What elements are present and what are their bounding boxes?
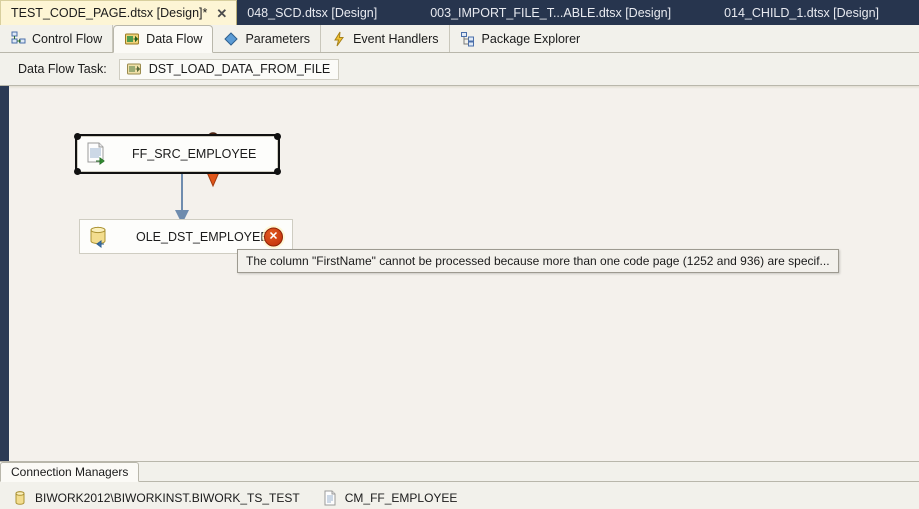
resize-handle-top-left[interactable] (74, 133, 81, 140)
error-tooltip: The column "FirstName" cannot be process… (237, 249, 839, 273)
ole-db-connection-icon (12, 490, 28, 506)
tab-event-handlers[interactable]: Event Handlers (321, 25, 450, 52)
connection-managers-tabstrip: Connection Managers (0, 462, 919, 482)
designer-tab-bar: Control Flow Data Flow Parameters Event … (0, 25, 919, 53)
package-explorer-icon (460, 31, 476, 47)
connection-manager-item-flatfile[interactable]: CM_FF_EMPLOYEE (322, 490, 458, 506)
error-icon[interactable]: ✕ (264, 227, 283, 246)
data-flow-task-label: Data Flow Task: (18, 62, 107, 76)
ssis-designer-window: TEST_CODE_PAGE.dtsx [Design]* ✕ 048_SCD.… (0, 0, 919, 508)
tab-parameters[interactable]: Parameters (213, 25, 322, 52)
document-tab-014-child-1[interactable]: 014_CHILD_1.dtsx [Design] (698, 0, 907, 25)
component-title: FF_SRC_EMPLOYEE (132, 147, 257, 161)
connection-manager-item-oledb[interactable]: BIWORK2012\BIWORKINST.BIWORK_TS_TEST (12, 490, 300, 506)
tab-control-flow[interactable]: Control Flow (0, 25, 114, 52)
connection-manager-label: CM_FF_EMPLOYEE (344, 491, 458, 505)
flat-file-connection-icon (322, 490, 338, 506)
document-tab-label: TEST_CODE_PAGE.dtsx [Design]* (11, 6, 208, 20)
data-flow-canvas[interactable]: FF_SRC_EMPLOYEE OLE_DST_EMPLOYEE ✕ The c… (0, 86, 919, 461)
tab-label: Package Explorer (481, 31, 581, 46)
document-tab-label: 014_CHILD_1.dtsx [Design] (724, 5, 880, 20)
tab-label: Connection Managers (11, 465, 129, 479)
document-tab-label: 048_SCD.dtsx [Design] (247, 5, 378, 20)
ole-db-destination-icon (88, 225, 112, 249)
control-flow-icon (10, 31, 26, 47)
resize-handle-bottom-left[interactable] (74, 168, 81, 175)
tab-data-flow[interactable]: Data Flow (113, 25, 214, 53)
connection-manager-label: BIWORK2012\BIWORKINST.BIWORK_TS_TEST (35, 491, 300, 505)
data-flow-task-icon (126, 61, 142, 77)
data-flow-task-combo[interactable]: DST_LOAD_DATA_FROM_FILE (118, 58, 340, 80)
tab-label: Event Handlers (353, 31, 439, 46)
close-icon[interactable]: ✕ (216, 7, 227, 20)
tab-label: Control Flow (32, 31, 103, 46)
document-tab-014-child-2[interactable]: 014_CHILD_2.dtsx [Design] (906, 0, 919, 25)
resize-handle-bottom-right[interactable] (274, 168, 281, 175)
flat-file-source-icon (86, 142, 108, 166)
document-tab-label: 003_IMPORT_FILE_T...ABLE.dtsx [Design] (430, 5, 672, 20)
connection-managers-pane: Connection Managers BIWORK2012\BIWORKINS… (0, 461, 919, 508)
document-tab-test-code-page[interactable]: TEST_CODE_PAGE.dtsx [Design]* ✕ (0, 0, 238, 25)
parameters-icon (223, 31, 239, 47)
tab-label: Parameters (245, 31, 311, 46)
tab-label: Data Flow (146, 32, 203, 46)
connection-managers-list: BIWORK2012\BIWORKINST.BIWORK_TS_TEST CM_… (0, 482, 919, 506)
document-tab-bar: TEST_CODE_PAGE.dtsx [Design]* ✕ 048_SCD.… (0, 0, 919, 25)
document-tab-003-import-file[interactable]: 003_IMPORT_FILE_T...ABLE.dtsx [Design] (404, 0, 699, 25)
tab-package-explorer[interactable]: Package Explorer (450, 25, 591, 52)
data-flow-task-bar: Data Flow Task: DST_LOAD_DATA_FROM_FILE (0, 53, 919, 86)
tab-connection-managers[interactable]: Connection Managers (0, 462, 140, 482)
document-tab-048-scd[interactable]: 048_SCD.dtsx [Design] (237, 0, 405, 25)
resize-handle-top-right[interactable] (274, 133, 281, 140)
event-handlers-icon (331, 31, 347, 47)
component-title: OLE_DST_EMPLOYEE (136, 229, 269, 244)
data-flow-icon (124, 31, 140, 47)
component-ff-src-employee[interactable]: FF_SRC_EMPLOYEE (74, 133, 281, 175)
data-flow-task-value: DST_LOAD_DATA_FROM_FILE (148, 62, 331, 76)
